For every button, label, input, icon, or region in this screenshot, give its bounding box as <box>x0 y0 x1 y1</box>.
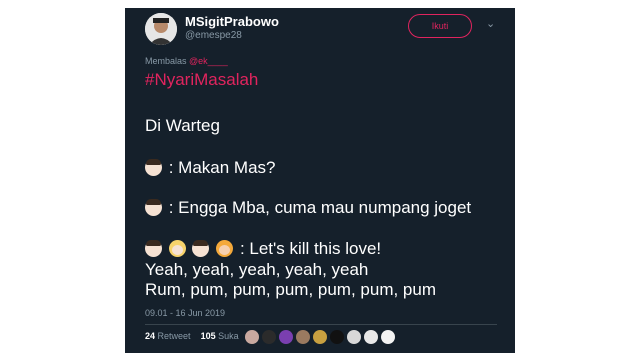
like-count[interactable]: 105 <box>201 331 216 341</box>
avatar[interactable] <box>145 13 177 45</box>
man-emoji <box>145 199 162 216</box>
blonde-woman-emoji <box>168 240 186 257</box>
liker-avatar[interactable] <box>296 330 310 344</box>
follow-button[interactable]: Ikuti <box>408 14 472 38</box>
tweet-card: MSigitPrabowo @emespe28 Ikuti ⌄ Membalas… <box>125 8 515 353</box>
tweet-line: : Engga Mba, cuma mau numpang joget <box>168 198 472 217</box>
engagement-stats: 24 Retweet 105 Suka <box>145 331 239 341</box>
reply-context: Membalas @ek____ <box>145 56 228 66</box>
reply-label: Membalas <box>145 56 187 66</box>
liker-avatar[interactable] <box>313 330 327 344</box>
tweet-line-row: : Engga Mba, cuma mau numpang joget <box>145 198 471 218</box>
tweet-line: : Let's kill this love! <box>239 239 382 258</box>
tweet-line: Rum, pum, pum, pum, pum, pum, pum <box>145 280 436 299</box>
liker-avatar[interactable] <box>347 330 361 344</box>
liker-avatar[interactable] <box>330 330 344 344</box>
divider <box>145 324 497 325</box>
hashtag-link[interactable]: #NyariMasalah <box>145 70 258 90</box>
like-label[interactable]: Suka <box>218 331 239 341</box>
man-emoji <box>145 159 162 176</box>
author-name[interactable]: MSigitPrabowo <box>185 14 279 29</box>
liker-avatar[interactable] <box>279 330 293 344</box>
man-emoji <box>145 240 162 257</box>
liker-avatar[interactable] <box>262 330 276 344</box>
retweet-count[interactable]: 24 <box>145 331 155 341</box>
woman-emoji <box>216 240 234 257</box>
retweet-label[interactable]: Retweet <box>158 331 191 341</box>
man-emoji <box>192 240 210 257</box>
liker-avatar[interactable] <box>245 330 259 344</box>
tweet-line: : Makan Mas? <box>168 158 276 177</box>
author-handle[interactable]: @emespe28 <box>185 30 242 41</box>
liker-avatar[interactable] <box>364 330 378 344</box>
timestamp[interactable]: 09.01 - 16 Jun 2019 <box>145 308 225 318</box>
tweet-line-row: : Makan Mas? <box>145 158 276 178</box>
tweet-line-row: : Let's kill this love! <box>145 239 381 259</box>
chevron-down-icon[interactable]: ⌄ <box>486 18 498 30</box>
reply-to-handle[interactable]: @ek____ <box>189 56 228 66</box>
liker-avatar[interactable] <box>381 330 395 344</box>
liker-avatars <box>245 330 395 344</box>
tweet-line: Yeah, yeah, yeah, yeah, yeah <box>145 260 369 279</box>
tweet-line: Di Warteg <box>145 116 220 135</box>
